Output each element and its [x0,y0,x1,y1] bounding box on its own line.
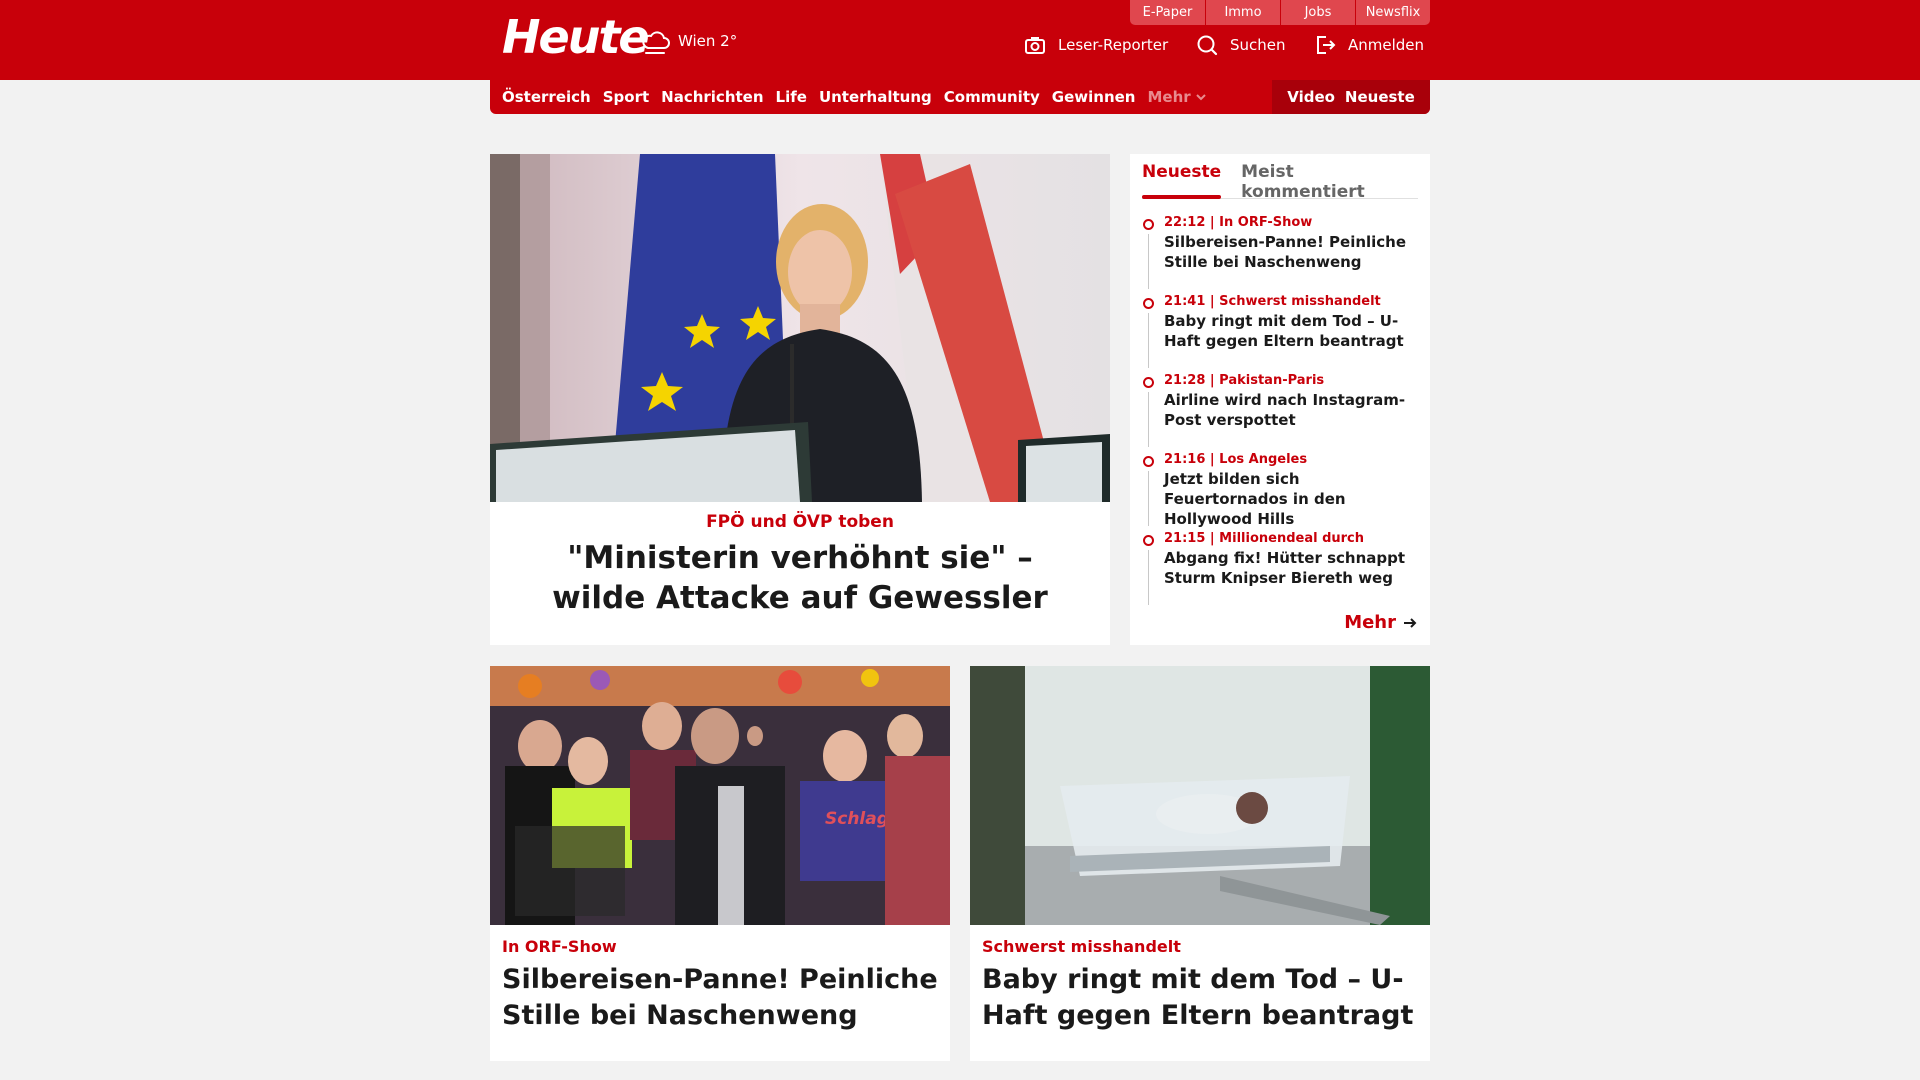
news-timeline: 22:12 | In ORF-Show Silbereisen-Panne! P… [1142,214,1422,609]
nav-right-group: Video Neueste [1272,80,1430,114]
timeline-meta: 21:15 | Millionendeal durch [1164,531,1365,546]
timeline-dot-icon [1143,535,1154,546]
card-kicker: In ORF-Show [502,937,617,956]
hero-title[interactable]: "Ministerin verhöhnt sie" – wilde Attack… [530,538,1070,618]
timeline-item[interactable]: 21:28 | Pakistan-Paris Airline wird nach… [1142,372,1422,451]
timeline-item[interactable]: 22:12 | In ORF-Show Silbereisen-Panne! P… [1142,214,1422,293]
card-title[interactable]: Baby ringt mit dem Tod – U-Haft gegen El… [982,962,1418,1034]
sidebar-more-link[interactable]: Mehr [1344,612,1418,633]
timeline-meta: 22:12 | In ORF-Show [1164,215,1313,230]
chevron-down-icon [1195,94,1206,101]
quicklink-jobs[interactable]: Jobs [1280,0,1355,25]
search-label: Suchen [1230,36,1286,54]
nav-item-sport[interactable]: Sport [603,88,649,106]
nav-item-unterhaltung[interactable]: Unterhaltung [819,88,932,106]
timeline-title[interactable]: Abgang fix! Hütter schnappt Sturm Knipse… [1164,548,1422,588]
timeline-dot-icon [1143,219,1154,230]
timeline-meta: 21:28 | Pakistan-Paris [1164,373,1325,388]
nav-neueste[interactable]: Neueste [1345,88,1415,106]
timeline-item[interactable]: 21:15 | Millionendeal durch Abgang fix! … [1142,530,1422,609]
weather-text: Wien 2° [678,32,738,50]
timeline-title[interactable]: Jetzt bilden sich Feuertornados in den H… [1164,469,1422,529]
weather-widget[interactable]: Wien 2° [640,26,737,56]
nav-more-label: Mehr [1147,88,1191,106]
site-header: E-Paper Immo Jobs Newsflix Heute Wien 2°… [0,0,1920,80]
timeline-meta: 21:41 | Schwerst misshandelt [1164,294,1381,309]
nav-video[interactable]: Video [1287,88,1335,106]
leser-reporter-link[interactable]: Leser-Reporter [1024,34,1168,56]
latest-news-sidebar: Neueste Meist kommentiert 22:12 | In ORF… [1130,154,1430,645]
main-nav: Österreich Sport Nachrichten Life Unterh… [490,80,1430,114]
timeline-item[interactable]: 21:16 | Los Angeles Jetzt bilden sich Fe… [1142,451,1422,530]
timeline-meta: 21:16 | Los Angeles [1164,452,1308,467]
timeline-title[interactable]: Airline wird nach Instagram-Post verspot… [1164,390,1422,430]
timeline-item[interactable]: 21:41 | Schwerst misshandelt Baby ringt … [1142,293,1422,372]
hero-kicker: FPÖ und ÖVP toben [706,512,894,532]
timeline-dot-icon [1143,377,1154,388]
leser-reporter-label: Leser-Reporter [1058,36,1169,54]
timeline-dot-icon [1143,298,1154,309]
login-icon [1317,36,1336,54]
login-link[interactable]: Anmelden [1314,34,1424,56]
search-link[interactable]: Suchen [1196,34,1286,56]
card-image-concert: Schlager [490,666,950,925]
card-kicker: Schwerst misshandelt [982,937,1181,956]
card-title[interactable]: Silbereisen-Panne! Peinliche Stille bei … [502,962,938,1034]
nav-item-nachrichten[interactable]: Nachrichten [661,88,763,106]
login-label: Anmelden [1348,36,1425,54]
weather-cloud-icon [642,31,670,54]
arrow-right-icon [1404,617,1417,628]
card-image-baby [970,666,1430,925]
article-card[interactable]: Schwerst misshandelt Baby ringt mit dem … [970,666,1430,1061]
search-icon [1197,35,1218,56]
quicklink-epaper[interactable]: E-Paper [1130,0,1205,25]
camera-icon [1025,37,1045,54]
article-card[interactable]: Schlager In ORF-Show Silbereisen-Panne! … [490,666,950,1061]
hero-article[interactable]: FPÖ und ÖVP toben "Ministerin verhöhnt s… [490,154,1110,645]
sidebar-more-label: Mehr [1344,612,1396,633]
quicklink-newsflix[interactable]: Newsflix [1355,0,1430,25]
nav-item-community[interactable]: Community [944,88,1040,106]
nav-item-oesterreich[interactable]: Österreich [502,88,591,106]
timeline-title[interactable]: Baby ringt mit dem Tod – U-Haft gegen El… [1164,311,1422,351]
hero-image [490,154,1110,502]
quicklink-immo[interactable]: Immo [1205,0,1280,25]
nav-item-gewinnen[interactable]: Gewinnen [1052,88,1136,106]
quicklinks: E-Paper Immo Jobs Newsflix [1130,0,1430,25]
site-logo[interactable]: Heute [502,12,650,62]
timeline-dot-icon [1143,456,1154,467]
tab-meist-kommentiert[interactable]: Meist kommentiert [1241,154,1398,202]
timeline-title[interactable]: Silbereisen-Panne! Peinliche Stille bei … [1164,232,1422,272]
sidebar-tabs: Neueste Meist kommentiert [1142,154,1418,202]
tab-neueste[interactable]: Neueste [1142,154,1222,199]
nav-more-dropdown[interactable]: Mehr [1147,88,1206,106]
nav-item-life[interactable]: Life [776,88,807,106]
